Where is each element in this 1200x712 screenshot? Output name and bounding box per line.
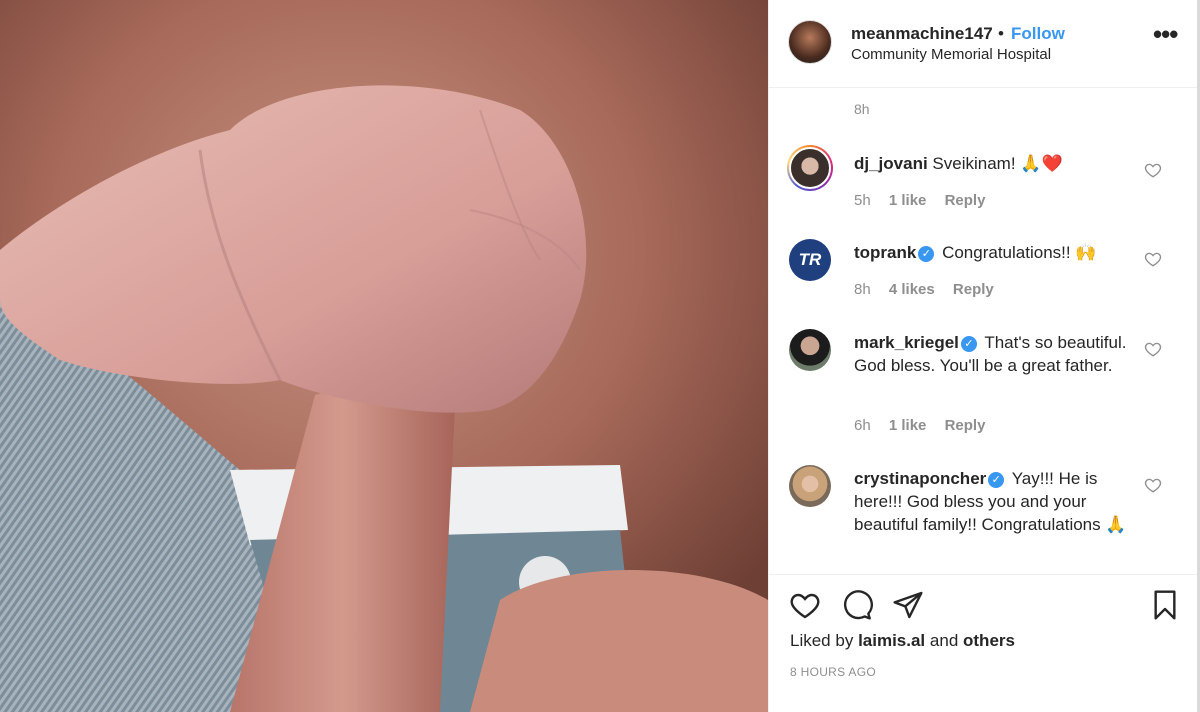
commenter-avatar[interactable]: TR xyxy=(789,239,831,281)
poster-avatar[interactable] xyxy=(788,20,832,64)
liked-by-user-link[interactable]: laimis.al xyxy=(858,631,925,650)
commenter-avatar[interactable] xyxy=(789,465,831,507)
verified-badge-icon: ✓ xyxy=(960,336,977,352)
poster-username[interactable]: meanmachine147 xyxy=(851,24,993,44)
post-side-panel: meanmachine147 • Follow Community Memori… xyxy=(768,0,1198,712)
commenter-avatar[interactable] xyxy=(787,145,833,191)
comment-time[interactable]: 6h xyxy=(854,417,871,434)
bookmark-icon[interactable] xyxy=(1149,589,1181,621)
comment-text: mark_kriegel ✓ That's so beautiful. God b… xyxy=(854,331,1139,377)
comment-time[interactable]: 8h xyxy=(854,281,871,298)
comment-username[interactable]: toprank xyxy=(854,243,916,262)
comment-meta: 8h 4 likes Reply xyxy=(854,281,1008,298)
heart-icon[interactable] xyxy=(1144,250,1162,268)
reply-button[interactable]: Reply xyxy=(945,192,986,209)
comment-username[interactable]: crystinaponcher xyxy=(854,469,986,488)
caption-time: 8h xyxy=(854,101,870,117)
comment-time[interactable]: 5h xyxy=(854,192,871,209)
reply-button[interactable]: Reply xyxy=(945,417,986,434)
comment-body: Sveikinam! 🙏❤️ xyxy=(932,154,1063,173)
comment-text: crystinaponcher ✓ Yay!!! He is here!!! Go… xyxy=(854,467,1139,536)
comment-meta: 6h 1 like Reply xyxy=(854,417,999,434)
post-location[interactable]: Community Memorial Hospital xyxy=(851,46,1051,63)
share-icon[interactable] xyxy=(892,589,924,621)
comment-likes[interactable]: 4 likes xyxy=(889,281,935,298)
liked-by-others-link[interactable]: others xyxy=(963,631,1015,650)
liked-by-prefix: Liked by xyxy=(790,631,854,650)
commenter-avatar[interactable] xyxy=(789,329,831,371)
liked-by-text: Liked by laimis.al and others xyxy=(790,631,1015,651)
heart-icon[interactable] xyxy=(1144,340,1162,358)
comment-text: dj_jovani Sveikinam! 🙏❤️ xyxy=(854,152,1139,175)
comment-meta: 5h 1 like Reply xyxy=(854,192,999,209)
liked-by-and: and xyxy=(929,631,959,650)
verified-badge-icon: ✓ xyxy=(918,246,935,262)
avatar-initials: TR xyxy=(798,250,822,269)
follow-button[interactable]: Follow xyxy=(1011,24,1065,44)
comment-text: toprank ✓ Congratulations!! 🙌 xyxy=(854,241,1139,264)
comment-likes[interactable]: 1 like xyxy=(889,192,927,209)
comment-username[interactable]: dj_jovani xyxy=(854,154,928,173)
heart-icon[interactable] xyxy=(789,589,821,621)
post-timestamp[interactable]: 8 HOURS AGO xyxy=(790,665,876,679)
comment-username[interactable]: mark_kriegel xyxy=(854,333,959,352)
comment-likes[interactable]: 1 like xyxy=(889,417,927,434)
separator-dot: • xyxy=(998,24,1004,43)
photo-illustration xyxy=(0,0,768,712)
more-options-icon[interactable]: ••• xyxy=(1153,21,1178,47)
comment-icon[interactable] xyxy=(841,589,873,621)
heart-icon[interactable] xyxy=(1144,476,1162,494)
verified-badge-icon: ✓ xyxy=(988,472,1005,488)
comment-body: Congratulations!! 🙌 xyxy=(942,243,1097,262)
reply-button[interactable]: Reply xyxy=(953,281,994,298)
post-header: meanmachine147 • Follow Community Memori… xyxy=(769,0,1197,88)
heart-icon[interactable] xyxy=(1144,161,1162,179)
post-photo[interactable] xyxy=(0,0,768,712)
